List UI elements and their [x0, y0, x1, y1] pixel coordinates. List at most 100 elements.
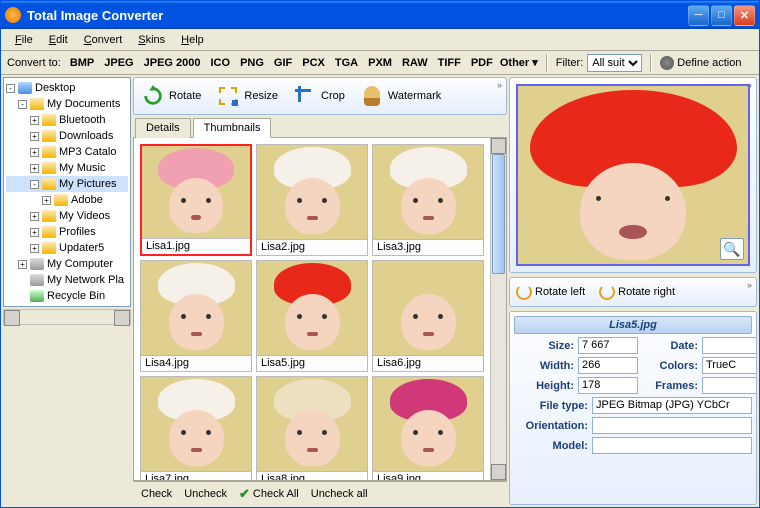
fmt-raw[interactable]: RAW: [399, 57, 431, 69]
expand-icon[interactable]: -: [18, 100, 27, 109]
fmt-tga[interactable]: TGA: [332, 57, 361, 69]
preview-image: 🔍: [516, 84, 750, 266]
thumbnail-item[interactable]: Lisa6.jpg: [372, 260, 484, 372]
expand-icon[interactable]: +: [18, 260, 27, 269]
rotate-button[interactable]: Rotate: [142, 85, 201, 107]
expand-icon[interactable]: +: [30, 228, 39, 237]
folder-icon: [54, 194, 68, 206]
thumbnail-caption: Lisa1.jpg: [142, 238, 250, 254]
rotate-panel: Rotate left Rotate right »: [509, 277, 757, 307]
uncheck-button[interactable]: Uncheck: [184, 488, 227, 500]
folder-icon: [42, 130, 56, 142]
toolbar-overflow-icon[interactable]: »: [497, 80, 502, 90]
body-area: -Desktop-My Documents+Bluetooth+Download…: [1, 75, 759, 507]
fmt-bmp[interactable]: BMP: [67, 57, 97, 69]
fmt-pcx[interactable]: PCX: [299, 57, 328, 69]
orientation-value: [592, 417, 752, 434]
expand-icon[interactable]: -: [30, 180, 39, 189]
minimize-button[interactable]: ─: [688, 5, 709, 26]
expand-icon[interactable]: +: [30, 116, 39, 125]
tree-item[interactable]: +Adobe: [6, 192, 128, 208]
fmt-jpeg2000[interactable]: JPEG 2000: [141, 57, 204, 69]
menu-file[interactable]: File: [7, 32, 41, 48]
tree-item[interactable]: +My Music: [6, 160, 128, 176]
rotate-right-button[interactable]: Rotate right: [599, 284, 675, 300]
tree-item[interactable]: +My Computer: [6, 256, 128, 272]
filter-select[interactable]: All suit: [587, 54, 642, 72]
convert-to-label: Convert to:: [7, 57, 61, 69]
menu-skins[interactable]: Skins: [130, 32, 173, 48]
tree-item[interactable]: +MP3 Catalo: [6, 144, 128, 160]
check-all-button[interactable]: ✔Check All: [239, 486, 299, 502]
model-value: [592, 437, 752, 454]
thumbnails-vscrollbar[interactable]: [490, 138, 506, 480]
maximize-button[interactable]: □: [711, 5, 732, 26]
tree-item[interactable]: +Updater5: [6, 240, 128, 256]
menu-edit[interactable]: Edit: [41, 32, 76, 48]
fmt-png[interactable]: PNG: [237, 57, 267, 69]
rotate-icon: [142, 85, 164, 107]
check-button[interactable]: Check: [141, 488, 172, 500]
fmt-jpeg[interactable]: JPEG: [101, 57, 136, 69]
thumbnail-item[interactable]: Lisa2.jpg: [256, 144, 368, 256]
zoom-button[interactable]: 🔍: [720, 238, 744, 260]
resize-button[interactable]: Resize: [217, 85, 278, 107]
thumbnail-caption: Lisa5.jpg: [257, 355, 367, 371]
info-filename: Lisa5.jpg: [514, 316, 752, 334]
thumbnail-item[interactable]: Lisa8.jpg: [256, 376, 368, 480]
expand-icon[interactable]: +: [30, 132, 39, 141]
tree-label: Profiles: [59, 226, 96, 238]
tree-item[interactable]: +My Videos: [6, 208, 128, 224]
fmt-pdf[interactable]: PDF: [468, 57, 496, 69]
tree-item[interactable]: +Downloads: [6, 128, 128, 144]
thumbnail-item[interactable]: Lisa1.jpg: [140, 144, 252, 256]
tab-thumbnails[interactable]: Thumbnails: [193, 118, 272, 138]
uncheck-all-button[interactable]: Uncheck all: [311, 488, 368, 500]
thumbnail-item[interactable]: Lisa4.jpg: [140, 260, 252, 372]
menu-convert[interactable]: Convert: [76, 32, 131, 48]
watermark-button[interactable]: Watermark: [361, 85, 441, 107]
thumbnails-grid: Lisa1.jpgLisa2.jpgLisa3.jpgLisa4.jpgLisa…: [134, 138, 490, 480]
fmt-other[interactable]: Other ▾: [500, 56, 538, 69]
tree-hscrollbar[interactable]: [3, 309, 131, 325]
expand-icon[interactable]: -: [6, 84, 15, 93]
fmt-ico[interactable]: ICO: [208, 57, 234, 69]
menu-help[interactable]: Help: [173, 32, 212, 48]
crop-icon: [294, 85, 316, 107]
close-button[interactable]: ✕: [734, 5, 755, 26]
selection-bar: Check Uncheck ✔Check All Uncheck all: [133, 481, 507, 505]
expand-icon[interactable]: +: [30, 212, 39, 221]
tree-item[interactable]: -My Documents: [6, 96, 128, 112]
tree-item[interactable]: -Desktop: [6, 80, 128, 96]
thumbnail-item[interactable]: Lisa5.jpg: [256, 260, 368, 372]
tree-item[interactable]: + Profiles: [6, 224, 128, 240]
fmt-tiff[interactable]: TIFF: [435, 57, 464, 69]
thumbnail-item[interactable]: Lisa3.jpg: [372, 144, 484, 256]
expand-icon[interactable]: +: [30, 164, 39, 173]
frames-label: Frames:: [642, 380, 698, 392]
rotate-overflow-icon[interactable]: »: [747, 280, 752, 290]
fmt-gif[interactable]: GIF: [271, 57, 295, 69]
tab-details[interactable]: Details: [135, 118, 191, 138]
crop-button[interactable]: Crop: [294, 85, 345, 107]
thumbnail-item[interactable]: Lisa7.jpg: [140, 376, 252, 480]
tree-item[interactable]: -My Pictures: [6, 176, 128, 192]
expand-icon[interactable]: +: [30, 148, 39, 157]
expand-icon[interactable]: +: [30, 244, 39, 253]
folder-tree[interactable]: -Desktop-My Documents+Bluetooth+Download…: [3, 77, 131, 307]
thumbnail-image: [373, 145, 483, 239]
colors-label: Colors:: [642, 360, 698, 372]
tree-item[interactable]: +Bluetooth: [6, 112, 128, 128]
tree-item[interactable]: Recycle Bin: [6, 288, 128, 304]
resize-icon: [217, 85, 239, 107]
convert-toolbar: Convert to: BMP JPEG JPEG 2000 ICO PNG G…: [1, 51, 759, 75]
separator: [546, 54, 548, 72]
rotate-left-button[interactable]: Rotate left: [516, 284, 585, 300]
thumbnails-container: Lisa1.jpgLisa2.jpgLisa3.jpgLisa4.jpgLisa…: [133, 138, 507, 481]
expand-icon[interactable]: +: [42, 196, 51, 205]
tree-label: My Network Pla: [47, 274, 124, 286]
thumbnail-item[interactable]: Lisa9.jpg: [372, 376, 484, 480]
fmt-pxm[interactable]: PXM: [365, 57, 395, 69]
tree-item[interactable]: My Network Pla: [6, 272, 128, 288]
define-action-button[interactable]: Define action: [660, 56, 741, 70]
